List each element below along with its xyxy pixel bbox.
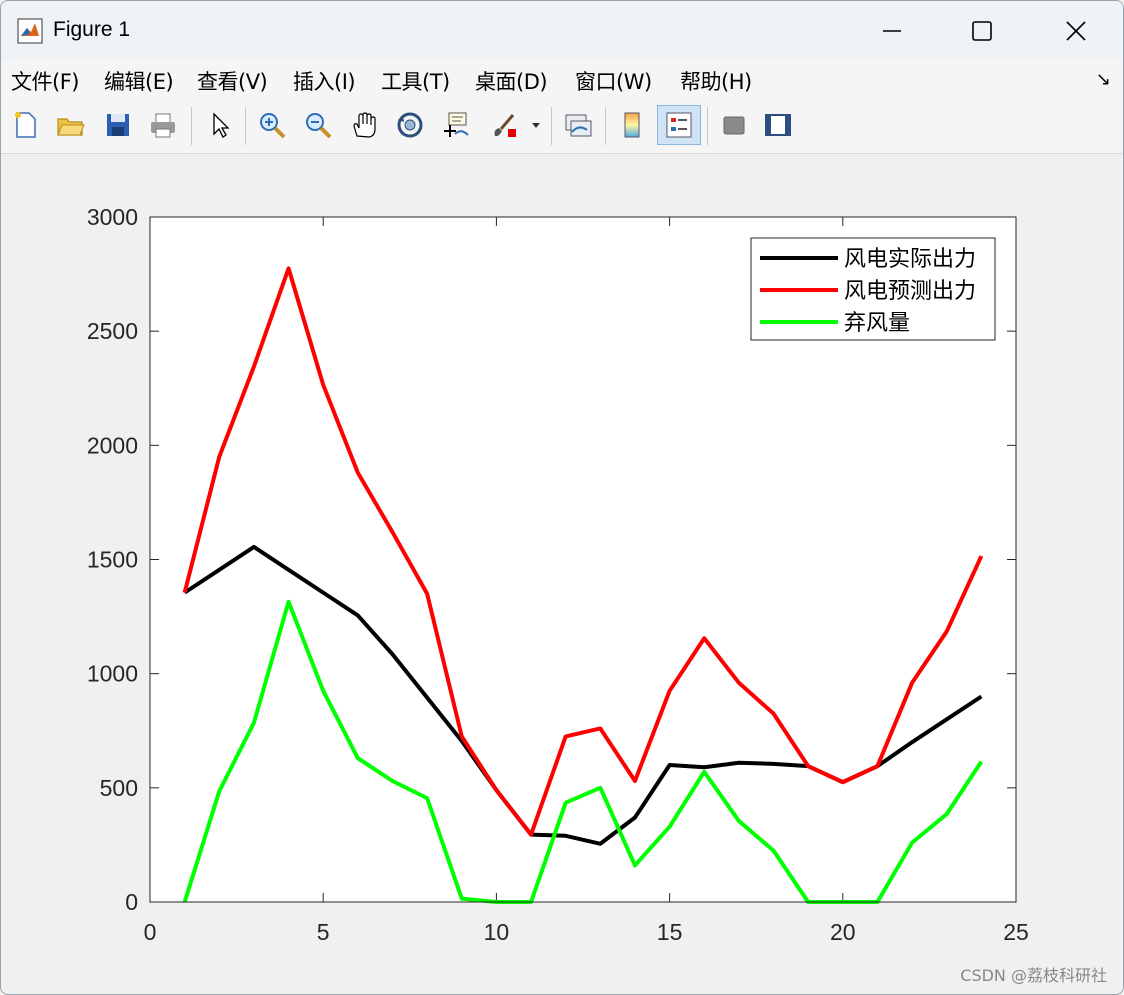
y-tick-label: 0 — [125, 889, 138, 915]
x-tick-label: 15 — [657, 919, 683, 945]
x-tick-label: 10 — [484, 919, 510, 945]
line-chart: 0 5 10 15 20 25 0 500 1000 1500 2000 2500 3000 风电实际出力… — [87, 204, 1029, 945]
y-tick-label: 500 — [100, 775, 138, 801]
y-tick-label: 2500 — [87, 318, 138, 344]
x-tick-label: 20 — [830, 919, 856, 945]
legend-label-3: 弃风量 — [844, 311, 910, 336]
y-tick-label: 1500 — [87, 547, 138, 573]
figure-window: Figure 1 文件(F) 编辑(E) 查看(V) 插入(I) 工具(T) 桌… — [0, 0, 1124, 995]
x-tick-label: 0 — [144, 919, 157, 945]
watermark: CSDN @荔枝科研社 — [960, 966, 1107, 985]
legend-label-2: 风电预测出力 — [844, 279, 976, 304]
y-tick-label: 2000 — [87, 432, 138, 458]
y-tick-label: 3000 — [87, 204, 138, 230]
x-tick-label: 5 — [317, 919, 330, 945]
x-tick-label: 25 — [1003, 919, 1029, 945]
y-tick-label: 1000 — [87, 661, 138, 687]
legend-label-1: 风电实际出力 — [844, 247, 976, 272]
